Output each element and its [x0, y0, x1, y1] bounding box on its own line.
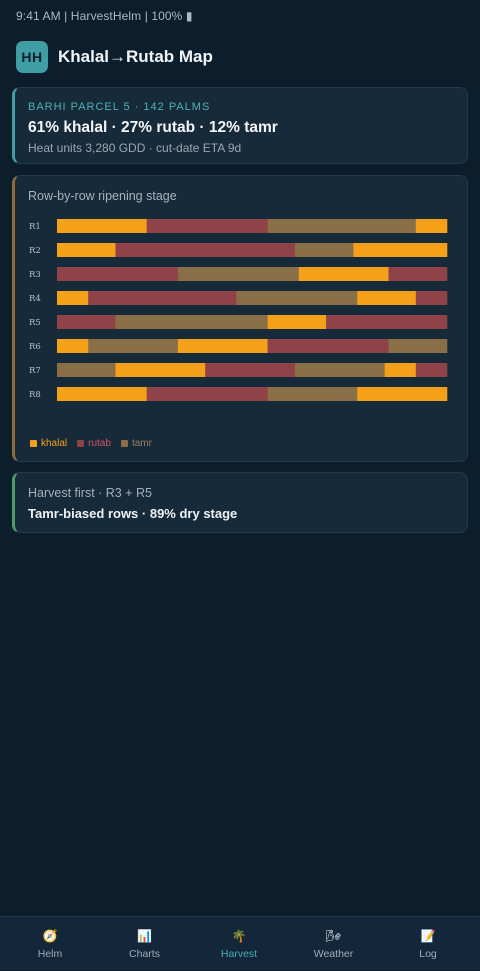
bar-segment-r7-0-tamr [57, 363, 116, 377]
bottom-nav: 🧭 Helm 📊 Charts 🌴 Harvest 🌬 Weather 📝 Lo… [0, 916, 480, 970]
harvest-priority-card[interactable]: Harvest first · R3 + R5 Tamr-biased rows… [12, 472, 468, 533]
row-label-r6: R6 [29, 342, 41, 352]
bar-segment-r8-0-khalal [57, 387, 147, 401]
harvest-priority-detail: Tamr-biased rows · 89% dry stage [28, 506, 238, 521]
legend-label-khalal: khalal [41, 438, 68, 449]
legend-swatch-rutab [77, 440, 85, 447]
nav-item-log[interactable]: 📝 Log [398, 917, 458, 971]
harvest-priority-label: Harvest first · R3 + R5 [28, 486, 152, 500]
heat-units-info: Heat units 3,280 GDD · cut-date ETA 9d [28, 141, 242, 155]
bar-segment-r7-1-khalal [115, 363, 206, 377]
bar-segment-r4-1-rutab [88, 291, 237, 305]
nav-label-charts: Charts [129, 947, 160, 960]
legend-swatch-khalal [30, 440, 37, 447]
row-label-r7: R7 [29, 366, 41, 376]
bar-segment-r5-3-rutab [326, 315, 448, 329]
stage-breakdown: 61% khalal · 27% rutab · 12% tamr [28, 119, 278, 136]
parcel-label: BARHI PARCEL 5 · 142 PALMS [28, 101, 211, 113]
bar-segment-r2-1-rutab [115, 243, 296, 257]
bar-segment-r8-2-tamr [267, 387, 358, 401]
bar-segment-r2-2-tamr [294, 243, 354, 257]
bar-segment-r3-2-khalal [298, 267, 389, 281]
parcel-summary-card[interactable]: BARHI PARCEL 5 · 142 PALMS 61% khalal · … [12, 87, 468, 164]
bar-segment-r1-3-khalal [415, 219, 448, 233]
bar-segment-r8-3-khalal [357, 387, 448, 401]
bar-segment-r6-1-tamr [88, 339, 179, 353]
nav-item-weather[interactable]: 🌬 Weather [304, 917, 364, 971]
bar-segment-r3-0-rutab [57, 267, 179, 281]
bar-segment-r5-1-tamr [115, 315, 268, 329]
bar-segment-r4-2-tamr [236, 291, 358, 305]
wind-icon: 🌬 [325, 928, 342, 943]
row-label-r8: R8 [29, 390, 41, 400]
legend-swatch-tamr [120, 440, 128, 447]
bar-segment-r1-2-tamr [267, 219, 417, 233]
bar-segment-r1-0-khalal [57, 219, 147, 233]
bar-segment-r5-2-khalal [267, 315, 327, 329]
ripening-chart: R1 R2 R3 R4 R5 R6 R7 R8 [29, 219, 448, 401]
memo-icon: 📝 [420, 928, 436, 943]
bar-segment-r2-3-khalal [353, 243, 448, 257]
row-label-r4: R4 [29, 294, 41, 304]
nav-item-charts[interactable]: 📊 Charts [115, 917, 175, 971]
nav-label-log: Log [419, 947, 437, 960]
row-label-r1: R1 [29, 222, 41, 232]
bar-segment-r5-0-rutab [57, 315, 116, 329]
nav-label-helm: Helm [37, 947, 63, 960]
legend-item-khalal: khalal [30, 438, 67, 449]
row-label-r5: R5 [29, 318, 41, 328]
ripening-chart-card: R1 R2 R3 R4 R5 R6 R7 R8 Row-by-row ripening sta… [12, 175, 468, 462]
legend-item-tamr: tamr [120, 438, 152, 449]
bar-segment-r8-1-rutab [146, 387, 268, 401]
nav-label-weather: Weather [313, 947, 354, 960]
nav-item-helm[interactable]: 🧭 Helm [20, 917, 80, 971]
bar-segment-r7-2-rutab [205, 363, 296, 377]
bar-segment-r3-3-rutab [388, 267, 448, 281]
palm-tree-icon: 🌴 [231, 928, 247, 943]
legend-label-tamr: tamr [131, 438, 152, 449]
bar-segment-r7-3-tamr [294, 363, 385, 377]
nav-item-harvest[interactable]: 🌴 Harvest [209, 917, 269, 971]
bar-segment-r1-1-rutab [146, 219, 268, 233]
app-header: HH Khalal→Rutab Map [16, 41, 213, 73]
chart-heading: Row-by-row ripening stage [28, 189, 177, 203]
nav-label-harvest: Harvest [220, 947, 258, 960]
compass-icon: 🧭 [42, 928, 58, 943]
bar-segment-r6-4-tamr [388, 339, 448, 353]
chart-legend: khalal rutab tamr [30, 438, 152, 449]
bar-segment-r7-4-khalal [384, 363, 417, 377]
row-label-r2: R2 [29, 246, 41, 256]
bar-segment-r2-0-khalal [57, 243, 116, 257]
bar-segment-r4-4-rutab [415, 291, 448, 305]
bar-segment-r6-0-khalal [57, 339, 89, 353]
app-logo: HH [16, 41, 48, 73]
legend-label-rutab: rutab [88, 438, 111, 449]
bar-chart-icon: 📊 [137, 928, 152, 943]
bar-segment-r4-0-khalal [57, 291, 89, 305]
bar-segment-r7-5-rutab [415, 363, 448, 377]
bar-segment-r4-3-khalal [357, 291, 417, 305]
row-label-r3: R3 [29, 270, 41, 280]
bar-segment-r6-3-rutab [267, 339, 389, 353]
legend-item-rutab: rutab [77, 438, 111, 449]
page-title: Khalal→Rutab Map [58, 47, 213, 66]
status-bar: 9:41 AM | HarvestHelm | 100% ▮ [16, 9, 193, 23]
bar-segment-r6-2-khalal [177, 339, 268, 353]
bar-segment-r3-1-tamr [177, 267, 300, 281]
